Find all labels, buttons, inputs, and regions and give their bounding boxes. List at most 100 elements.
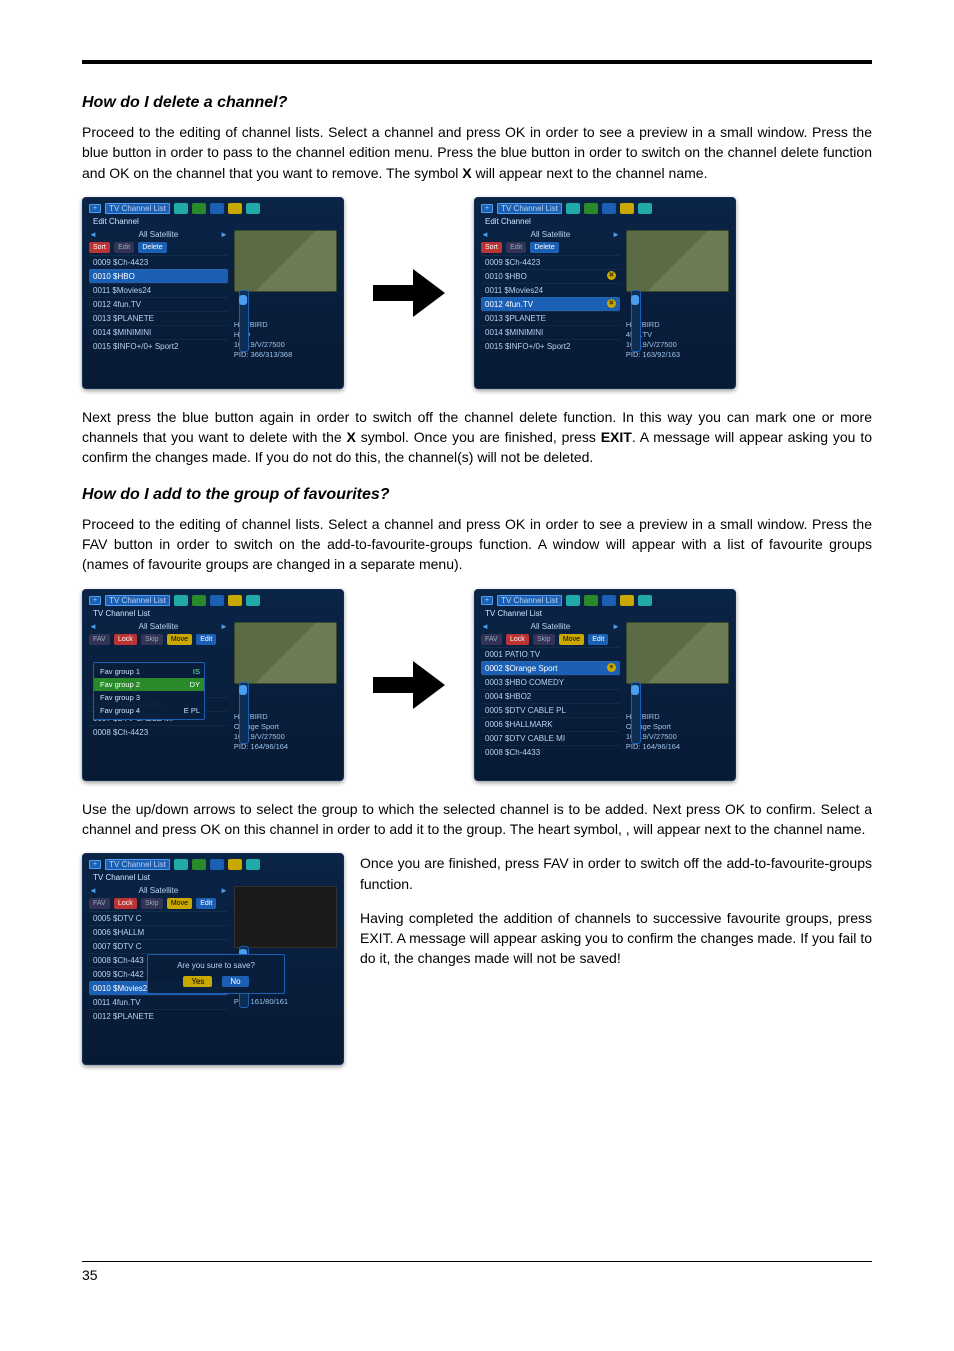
list-item[interactable]: 0013 $PLANETE (89, 311, 228, 325)
window-title: TV Channel List (105, 859, 170, 870)
edit-button[interactable]: Edit (114, 242, 134, 253)
satellite-nav: ◄ All Satellite ► (89, 886, 228, 895)
list-item[interactable]: 0011 $Movies24 (89, 283, 228, 297)
list-item[interactable]: 0007 $DTV CABLE MI (481, 731, 620, 745)
lock-button[interactable]: Lock (114, 634, 137, 645)
title-btn-icon (246, 859, 260, 870)
action-pills: FAV Lock Skip Move Edit (89, 634, 228, 645)
scrollbar[interactable] (631, 682, 641, 744)
popup-item[interactable]: Fav group 2DY (94, 678, 204, 691)
move-button[interactable]: Move (167, 898, 192, 909)
sort-button[interactable]: Sort (481, 242, 502, 253)
preview-thumbnail (234, 622, 337, 684)
edit-button[interactable]: Edit (196, 634, 216, 645)
list-item[interactable]: 0010 $HBO (89, 269, 228, 283)
subtitle-tv-list: TV Channel List (83, 872, 343, 886)
title-btn-icon (174, 595, 188, 606)
list-item[interactable]: 0008 $Ch-4433 (481, 745, 620, 759)
list-item[interactable]: 0011 4fun.TV (89, 995, 228, 1009)
list-item[interactable]: 0009 $Ch-4423 (481, 255, 620, 269)
chevron-right-icon: ► (220, 622, 228, 631)
fav-button[interactable]: FAV (89, 634, 110, 645)
chevron-right-icon: ► (612, 230, 620, 239)
sort-button[interactable]: Sort (89, 242, 110, 253)
popup-item[interactable]: Fav group 1IS (94, 665, 204, 678)
lock-button[interactable]: Lock (114, 898, 137, 909)
plus-icon: + (89, 204, 101, 213)
list-item[interactable]: 0015 $INFO+/0+ Sport2 (89, 339, 228, 353)
list-item[interactable]: 0005 $DTV C (89, 911, 228, 925)
title-btn-icon (602, 595, 616, 606)
lock-button[interactable]: Lock (506, 634, 529, 645)
list-item[interactable]: 0015 $INFO+/0+ Sport2 (481, 339, 620, 353)
list-item[interactable]: 0004 $HBO2 (481, 689, 620, 703)
list-item[interactable]: 0013 $PLANETE (481, 311, 620, 325)
title-btn-icon (584, 203, 598, 214)
list-item[interactable]: 0012 4fun.TV (89, 297, 228, 311)
scrollbar[interactable] (631, 290, 641, 352)
edit-button[interactable]: Edit (588, 634, 608, 645)
figure-row-delete: + TV Channel List Edit Channel ◄ All Sat… (82, 197, 872, 389)
yes-button[interactable]: Yes (183, 976, 212, 987)
list-item[interactable]: 0002 $Orange Sport♥ (481, 661, 620, 675)
delete-button[interactable]: Delete (138, 242, 166, 253)
list-item[interactable]: 0006 $HALLM (89, 925, 228, 939)
list-item[interactable]: 0006 $HALLMARK (481, 717, 620, 731)
list-item[interactable]: 0003 $HBO COMEDY (481, 675, 620, 689)
plus-icon: + (89, 860, 101, 869)
move-button[interactable]: Move (559, 634, 584, 645)
list-item[interactable]: 0008 $Ch-4423 (89, 725, 228, 739)
subtitle-tv-list: TV Channel List (83, 608, 343, 622)
title-btn-icon (174, 203, 188, 214)
arrow-right-icon (364, 258, 454, 328)
edit-button[interactable]: Edit (506, 242, 526, 253)
list-item[interactable]: 0011 $Movies24 (481, 283, 620, 297)
list-item[interactable]: 0007 $DTV C (89, 939, 228, 953)
list-item[interactable]: 0010 $HBO✖ (481, 269, 620, 283)
page-top-rule (82, 60, 872, 64)
heading-delete-channel: How do I delete a channel? (82, 94, 872, 112)
para-delete-2: Next press the blue button again in orde… (82, 407, 872, 468)
no-button[interactable]: No (222, 976, 248, 987)
list-item[interactable]: 0005 $DTV CABLE PL (481, 703, 620, 717)
scrollbar[interactable] (239, 290, 249, 352)
skip-button[interactable]: Skip (141, 898, 163, 909)
title-btn-icon (566, 203, 580, 214)
channel-info: HOTBIRD Orange Sport 10719/V/27500 PID: … (234, 712, 337, 753)
title-btn-icon (228, 203, 242, 214)
screenshot-delete-before: + TV Channel List Edit Channel ◄ All Sat… (82, 197, 344, 389)
fav-button[interactable]: FAV (89, 898, 110, 909)
list-item[interactable]: 0014 $MINIMINI (481, 325, 620, 339)
para-fav-4: Having completed the addition of channel… (360, 908, 872, 969)
fav-group-popup: Fav group 1IS Fav group 2DY Fav group 3 … (93, 662, 205, 720)
move-button[interactable]: Move (167, 634, 192, 645)
title-btn-icon (192, 859, 206, 870)
skip-button[interactable]: Skip (533, 634, 555, 645)
popup-item[interactable]: Fav group 3 (94, 691, 204, 704)
edit-button[interactable]: Edit (196, 898, 216, 909)
plus-icon: + (481, 204, 493, 213)
list-item[interactable]: 0009 $Ch-4423 (89, 255, 228, 269)
title-btn-icon (638, 595, 652, 606)
list-item[interactable]: 0012 4fun.TV✖ (481, 297, 620, 311)
heading-add-favourites: How do I add to the group of favourites? (82, 486, 872, 504)
list-item[interactable]: 0012 $PLANETE (89, 1009, 228, 1023)
list-item[interactable]: 0001 PATIO TV (481, 647, 620, 661)
list-item[interactable]: 0014 $MINIMINI (89, 325, 228, 339)
delete-mark-icon: ✖ (607, 299, 616, 308)
subtitle-edit-channel: Edit Channel (475, 216, 735, 230)
title-btn-icon (620, 203, 634, 214)
popup-item[interactable]: Fav group 4E PL (94, 704, 204, 717)
delete-button[interactable]: Delete (530, 242, 558, 253)
heart-icon: ♥ (607, 663, 616, 672)
scrollbar[interactable] (239, 682, 249, 744)
fav-button[interactable]: FAV (481, 634, 502, 645)
satellite-nav: ◄ All Satellite ► (481, 230, 620, 239)
chevron-left-icon: ◄ (89, 886, 97, 895)
window-title: TV Channel List (497, 595, 562, 606)
para-fav-1: Proceed to the editing of channel lists.… (82, 514, 872, 575)
screenshot-fav-before: + TV Channel List TV Channel List ◄ All … (82, 589, 344, 781)
satellite-label: All Satellite (100, 230, 217, 239)
skip-button[interactable]: Skip (141, 634, 163, 645)
title-btn-icon (620, 595, 634, 606)
